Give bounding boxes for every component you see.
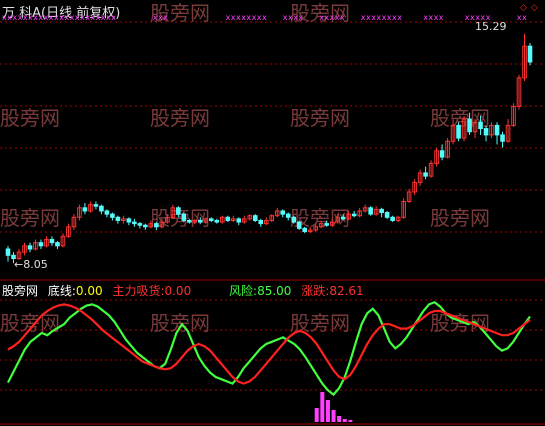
candle-body — [132, 221, 137, 225]
accumulation-bars — [314, 392, 353, 422]
candle-body — [467, 118, 472, 133]
candle-body — [280, 210, 286, 215]
signal-cross: x — [397, 13, 402, 22]
candle-body — [285, 213, 291, 218]
candle-body — [187, 219, 192, 223]
candle-body — [154, 223, 159, 228]
signal-cross: x — [298, 13, 303, 22]
chart-canvas: 股旁网 股旁网股旁网 股旁网 股旁网 股旁网股旁网 股旁网 股旁网 股旁网股旁网 股旁网 股旁网股… — [0, 1, 545, 425]
candle-body — [483, 128, 489, 136]
candle-body — [291, 216, 297, 223]
accumulation-bar — [337, 416, 342, 422]
candle-body — [198, 219, 203, 223]
watermark-text: 股旁网 — [430, 311, 490, 335]
signal-cross: x — [262, 13, 267, 22]
candle-body — [181, 213, 187, 221]
candle-body — [478, 121, 483, 130]
candle-body — [296, 221, 302, 229]
candle-body — [27, 245, 33, 250]
signal-cross: x — [522, 13, 527, 22]
candle-body — [176, 207, 181, 215]
candle-body — [104, 210, 110, 215]
candle-body — [126, 218, 132, 223]
accumulation-bar — [348, 420, 353, 422]
indicator-lines — [7, 300, 531, 397]
candle-body — [302, 227, 308, 233]
candle-body — [439, 150, 445, 158]
candle-body — [252, 215, 258, 221]
candle-body — [5, 248, 11, 256]
candle-body — [55, 242, 60, 247]
candle-body — [82, 207, 88, 212]
accumulation-bar — [325, 400, 330, 422]
watermark-text: 股旁网 — [0, 206, 60, 230]
accumulation-bar — [342, 419, 347, 422]
watermark-text: 股旁网 — [150, 106, 210, 130]
candle-body — [115, 216, 121, 221]
signal-cross: x — [486, 13, 491, 22]
signal-cross: x — [163, 13, 168, 22]
watermarks: 股旁网 股旁网股旁网 股旁网 股旁网 股旁网股旁网 股旁网 股旁网 股旁网股旁网 股旁网 股旁网股… — [0, 1, 490, 335]
accumulation-bar — [320, 392, 325, 422]
candle-body — [340, 216, 346, 220]
candle-body — [99, 205, 104, 212]
signal-cross: x — [340, 13, 345, 22]
signal-markers: xxxxxxxxxxxxxxxxxxxxxxxxxxxxxxxxxxxxxxxx… — [2, 3, 538, 22]
watermark-text: 股旁网 — [430, 206, 490, 230]
candle-body — [379, 208, 384, 214]
watermark-text: 股旁网 — [0, 106, 60, 130]
accumulation-bar — [331, 410, 336, 422]
candle-body — [494, 124, 500, 136]
candle-body — [390, 216, 395, 221]
candle-body — [11, 254, 16, 259]
candle-body — [93, 204, 99, 207]
candle-body — [225, 216, 231, 221]
candle-body — [214, 219, 220, 223]
candle-body — [324, 223, 329, 226]
candle-body — [500, 134, 505, 142]
candle-body — [258, 219, 264, 225]
candle-body — [456, 124, 461, 139]
watermark-text: 股旁网 — [290, 106, 350, 130]
candle-body — [423, 172, 428, 177]
signal-cross: x — [111, 13, 116, 22]
candle-body — [143, 224, 148, 228]
signal-diamond: ◇ — [531, 3, 538, 13]
candle-body — [236, 218, 242, 223]
candle-body — [209, 218, 214, 221]
watermark-text: 股旁网 — [150, 311, 210, 335]
candle-body — [384, 212, 390, 218]
candle-body — [351, 213, 357, 217]
candle-body — [49, 238, 55, 244]
candle-body — [527, 45, 533, 63]
candle-body — [38, 242, 44, 247]
signal-cross: x — [439, 13, 444, 22]
accumulation-bar — [314, 408, 319, 422]
candle-body — [137, 223, 143, 226]
candle-body — [110, 213, 115, 218]
candle-body — [368, 207, 373, 215]
signal-diamond: ◇ — [520, 3, 527, 13]
